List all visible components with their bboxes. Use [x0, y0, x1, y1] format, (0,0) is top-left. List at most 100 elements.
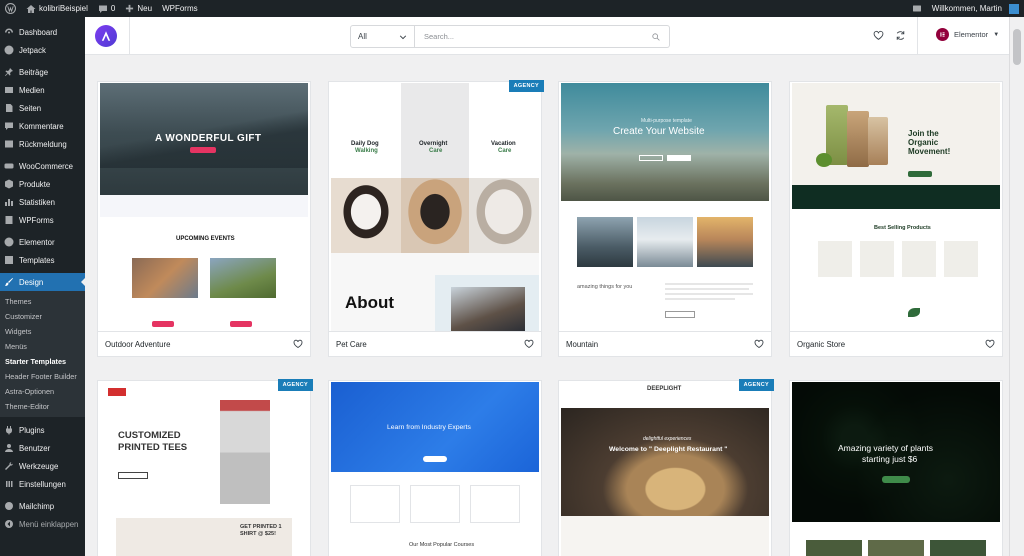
- users-icon: [4, 443, 14, 453]
- pages-icon: [4, 103, 14, 113]
- text-line: [665, 293, 753, 295]
- template-preview: DEEPLIGHT delightful experiences Welcome…: [561, 382, 769, 556]
- submenu-header-footer-builder[interactable]: Header Footer Builder: [0, 369, 85, 384]
- refresh-icon: [896, 31, 905, 40]
- text-line: [665, 298, 735, 300]
- comments-link[interactable]: 0: [93, 0, 120, 17]
- agency-badge: AGENCY: [277, 379, 313, 391]
- sync-library-button[interactable]: [895, 30, 906, 43]
- notes-icon: [912, 5, 921, 11]
- gallery-image-3: [697, 217, 753, 267]
- hero-image: [561, 408, 769, 516]
- submenu-customizer[interactable]: Customizer: [0, 309, 85, 324]
- home-icon: [26, 4, 36, 13]
- agency-badge: AGENCY: [738, 379, 774, 391]
- toolbar-divider: [129, 17, 130, 55]
- sidebar-item-settings[interactable]: Einstellungen: [0, 475, 85, 493]
- settings-icon: [4, 479, 14, 489]
- plugins-icon: [4, 425, 14, 435]
- stats-icon: [4, 197, 14, 207]
- sidebar-item-jetpack[interactable]: Jetpack: [0, 41, 85, 59]
- notes-button[interactable]: [907, 0, 927, 17]
- leaf-icon: [908, 308, 920, 317]
- sidebar-item-products[interactable]: Produkte: [0, 175, 85, 193]
- sidebar-item-wpforms[interactable]: WPForms: [0, 211, 85, 229]
- template-card-plants[interactable]: Amazing variety of plants starting just …: [790, 381, 1002, 556]
- submenu-starter-templates[interactable]: Starter Templates: [0, 354, 85, 369]
- submenu-menus[interactable]: Menüs: [0, 339, 85, 354]
- collapse-icon: [4, 519, 14, 529]
- wordpress-icon: [5, 3, 16, 14]
- template-card-printed-tees[interactable]: CUSTOMIZED PRINTED TEES GET PRINTED 1 SH…: [98, 379, 313, 556]
- template-card-pet-care[interactable]: Daily Dog Walking Overnight Care Vacatio…: [329, 80, 544, 356]
- wpforms-link[interactable]: WPForms: [157, 0, 203, 17]
- elementor-icon: [936, 28, 949, 41]
- heart-icon[interactable]: [293, 339, 303, 349]
- sidebar-item-stats[interactable]: Statistiken: [0, 193, 85, 211]
- dog-photo-3: [469, 178, 539, 253]
- sidebar-item-templates[interactable]: Templates: [0, 251, 85, 269]
- sidebar-item-feedback[interactable]: Rückmeldung: [0, 135, 85, 153]
- sidebar-collapse-menu[interactable]: Menü einklappen: [0, 515, 85, 533]
- search-input[interactable]: [424, 32, 652, 41]
- shop-button: [882, 476, 910, 483]
- sidebar-item-elementor[interactable]: Elementor: [0, 233, 85, 251]
- sidebar-item-woocommerce[interactable]: WooCommerce: [0, 157, 85, 175]
- sidebar-item-tools[interactable]: Werkzeuge: [0, 457, 85, 475]
- category-image-1: [806, 540, 862, 556]
- shop-button: [118, 472, 148, 479]
- sidebar-item-users[interactable]: Benutzer: [0, 439, 85, 457]
- dog-photo-2: [401, 178, 469, 253]
- heart-icon[interactable]: [524, 339, 534, 349]
- scrollbar-thumb[interactable]: [1013, 29, 1021, 65]
- feature-box-2: [411, 486, 459, 522]
- submenu-astra-options[interactable]: Astra-Optionen: [0, 384, 85, 399]
- jetpack-icon: [4, 45, 14, 55]
- feature-box-3: [471, 486, 519, 522]
- products-icon: [4, 179, 14, 189]
- wordpress-logo-button[interactable]: [0, 0, 21, 17]
- heart-icon[interactable]: [985, 339, 995, 349]
- sidebar-item-posts[interactable]: Beiträge: [0, 63, 85, 81]
- my-account-link[interactable]: Willkommen, Martin: [927, 0, 1024, 17]
- sidebar-item-media[interactable]: Medien: [0, 81, 85, 99]
- hero-image: [561, 83, 769, 201]
- new-label: Neu: [137, 4, 153, 13]
- template-card-organic-store[interactable]: Join the Organic Movement! Best Selling …: [790, 82, 1002, 356]
- heart-icon[interactable]: [754, 339, 764, 349]
- sidebar-item-dashboard[interactable]: Dashboard: [0, 23, 85, 41]
- sidebar-item-mailchimp[interactable]: Mailchimp: [0, 497, 85, 515]
- card-footer: Pet Care: [329, 331, 541, 356]
- template-preview: CUSTOMIZED PRINTED TEES GET PRINTED 1 SH…: [100, 382, 308, 556]
- event-button-1: [152, 321, 174, 327]
- sidebar-item-plugins[interactable]: Plugins: [0, 421, 85, 439]
- text-line: [665, 283, 753, 285]
- starter-templates-panel: All Elementor ▼ A WONDERFUL GIFT UPCOMIN…: [85, 17, 1024, 556]
- favorites-button[interactable]: [873, 30, 884, 43]
- sidebar-item-design[interactable]: Design: [0, 273, 85, 291]
- read-more-button: [665, 311, 695, 318]
- astra-logo: [95, 25, 117, 47]
- sidebar-item-comments[interactable]: Kommentare: [0, 117, 85, 135]
- template-preview: Join the Organic Movement! Best Selling …: [792, 83, 1000, 331]
- template-card-outdoor-adventure[interactable]: A WONDERFUL GIFT UPCOMING EVENTS Outdoor…: [98, 82, 310, 356]
- media-icon: [4, 85, 14, 95]
- submenu-widgets[interactable]: Widgets: [0, 324, 85, 339]
- template-card-deeplight-restaurant[interactable]: DEEPLIGHT delightful experiences Welcome…: [559, 379, 774, 556]
- submenu-themes[interactable]: Themes: [0, 294, 85, 309]
- category-filter-select[interactable]: All: [350, 25, 415, 48]
- template-card-courses[interactable]: Learn from Industry Experts Our Most Pop…: [329, 381, 541, 556]
- template-card-mountain[interactable]: Multi-purpose template Create Your Websi…: [559, 82, 771, 356]
- sidebar-item-pages[interactable]: Seiten: [0, 99, 85, 117]
- product-card-4: [944, 241, 978, 277]
- page-builder-select[interactable]: Elementor ▼: [936, 28, 999, 41]
- heart-icon: [873, 30, 884, 40]
- submenu-theme-editor[interactable]: Theme-Editor: [0, 399, 85, 414]
- template-name: Mountain: [566, 339, 599, 349]
- mailchimp-icon: [4, 501, 14, 511]
- scrollbar[interactable]: [1009, 17, 1024, 556]
- site-name: kolibriBeispiel: [39, 4, 88, 13]
- new-content-link[interactable]: Neu: [120, 0, 157, 17]
- features-bar: [792, 185, 1000, 209]
- site-name-link[interactable]: kolibriBeispiel: [21, 0, 93, 17]
